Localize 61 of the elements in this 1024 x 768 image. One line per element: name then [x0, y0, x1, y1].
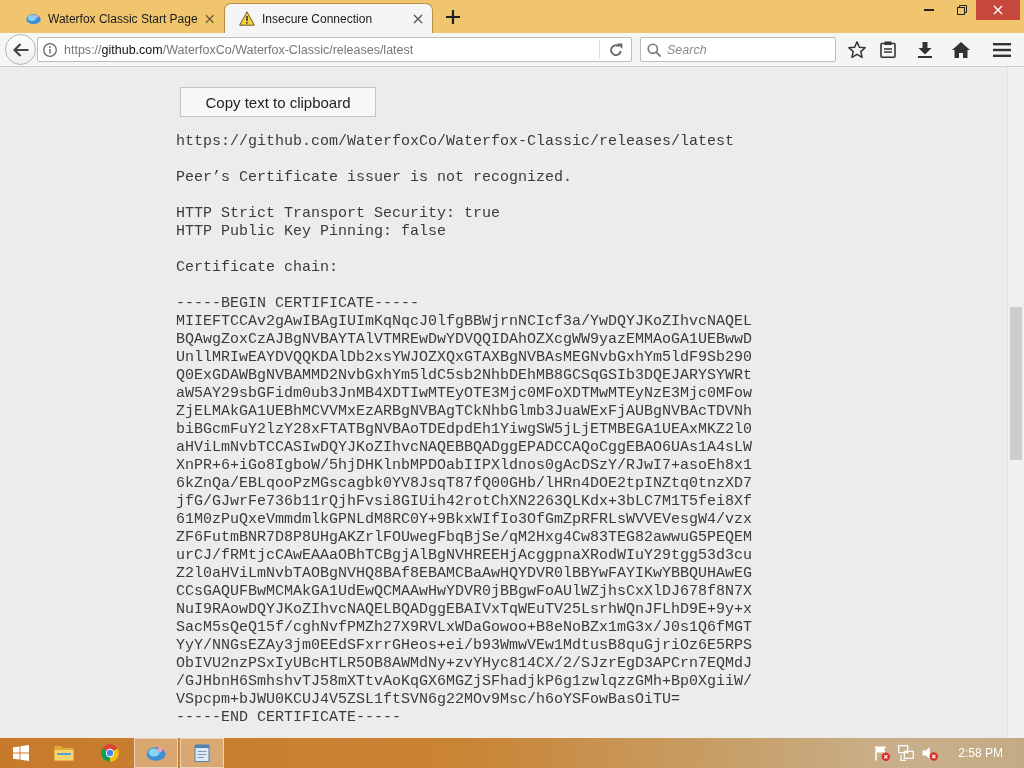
- certificate-line: /GJHbnH6SmhshvTJ58mXTtvAoKqGX6MGZjSFhadjkP6g1zwlqzzGMh+Bp0XgiiW/: [176, 673, 753, 691]
- restore-icon[interactable]: [957, 5, 967, 15]
- certificate-line: ZF6FutmBNR7D8P8UHgAKZrlFOUwegFbqBjSe/qM2Hxg4Cw83TEG82awwuG5PEQEM: [176, 529, 753, 547]
- close-icon[interactable]: [204, 13, 214, 24]
- arrow-left-icon: [12, 42, 29, 57]
- taskbar-button[interactable]: [180, 738, 224, 768]
- copy-button[interactable]: Copy text to clipboard: [180, 87, 376, 117]
- chain-heading: Certificate chain:: [176, 259, 339, 277]
- flag-icon[interactable]: [874, 745, 891, 761]
- scrollbar-thumb[interactable]: [1010, 307, 1022, 460]
- certificate-line: 6kZnQa/EBLqooPzMGscagbk0YV8JsqT87fQ00GHb/lHRn4DOE2tpINZtq0tnzXD7: [176, 475, 753, 493]
- download-icon[interactable]: [918, 41, 932, 58]
- back-button[interactable]: [5, 34, 36, 65]
- certificate-line: aW5AY29sbGFidm0ub3JnMB4XDTIwMTEyOTE3Mjc0MFoXDTMwMTEyNzE3Mjc0MFow: [176, 385, 753, 403]
- info-icon[interactable]: [43, 42, 57, 57]
- certificate-line: MIIEFTCCAv2gAwIBAgIUImKqNqcJ0lfgBBWjrnNCIcf3a/YwDQYJKoZIhvcNAQEL: [176, 313, 753, 331]
- tab[interactable]: Insecure Connection: [224, 3, 433, 33]
- certificate-line: Z2l0aHViLmNvbTAOBgNVHQ8BAf8EBAMCBaAwHQYDVR0lBBYwFAYIKwYBBQUHAwEG: [176, 565, 753, 583]
- certificate-line: UnllMRIwEAYDVQQKDAlDb2xsYWJOZXQxGTAXBgNVBAsMEGNvbGxhYm5ldF9Sb290: [176, 349, 753, 367]
- certificate-line: XnPR+6+iGo8IgboW/5hjDHKlnbMPDOabIIPXldnos0gAcDSzY/RJwI7+asoEh8x1: [176, 457, 753, 475]
- speaker-icon[interactable]: [922, 745, 939, 761]
- close-icon: [993, 5, 1003, 15]
- certificate-line: aHViLmNvbTCCASIwDQYJKoZIhvcNAQEBBQADggEPADCCAQoCggEBAO6UAs1A4sLW: [176, 439, 753, 457]
- logo-icon: [26, 12, 41, 25]
- certificate-line: NuI9RAowDQYJKoZIhvcNAQELBQADggEBAIVxTqWEuTV25LsrhWQnJFLhD9E+9y+x: [176, 601, 753, 619]
- warning-icon: [239, 11, 255, 26]
- certificate-line: jfG/GJwrFe736b11rQjhFvsi8GIUih42rotChXN2263QLKdx+3bLC7M1T5fei8Xf: [176, 493, 753, 511]
- certificate-line: urCJ/fRMtjcCAwEAAaOBhTCBgjAlBgNVHREEHjAcggpnaXRodWIuY29tgg53d3cu: [176, 547, 753, 565]
- certificate-line: CCsGAQUFBwMCMAkGA1UdEwQCMAAwHwYDVR0jBBgwFoAUlWZjhsCxXlDJ678f8N7X: [176, 583, 753, 601]
- certificate-line: ObIVU2nzPSxIyUBcHTLR5OB8AWMdNy+zvYHyc814CX/2/SJzrEgD3APCrn7EQMdJ: [176, 655, 753, 673]
- certificate-line: SacM5sQeQ15f/cghNvfPMZh27X9RVLxWDaGowoo+B8eNoBZx1mG3x/J0s1Q6fMGT: [176, 619, 753, 637]
- security-line: HTTP Strict Transport Security: true: [176, 205, 501, 223]
- error-message: Peer’s Certificate issuer is not recognized.: [176, 169, 573, 187]
- close-icon[interactable]: [413, 13, 423, 24]
- certificate-line: ZjELMAkGA1UEBhMCVVMxEzARBgNVBAgTCkNhbGlmb3JuaWExFjAUBgNVBAcTDVNh: [176, 403, 753, 421]
- clipboard-icon[interactable]: [880, 41, 896, 58]
- circle-logo-icon: [101, 744, 119, 762]
- search-icon: [647, 42, 661, 57]
- certificate-line: Q0ExGDAWBgNVBAMMD2NvbGxhYm5ldC5sb2NhbDEhMB8GCSqGSIb3DQEJARYSYWRt: [176, 367, 753, 385]
- tab[interactable]: Waterfox Classic Start Page: [15, 3, 224, 33]
- certificate-line: biBGcmFuY2lzY28xFTATBgNVBAoTDEdpdEh1YiwgSW5jLjETMBEGA1UEAxMKZ2l0: [176, 421, 753, 439]
- search-field[interactable]: Search: [640, 37, 836, 62]
- notepad-icon: [194, 744, 210, 762]
- window-panes-icon: [13, 745, 29, 761]
- browser-logo-icon: [146, 745, 166, 761]
- reload-icon[interactable]: [608, 42, 623, 57]
- certificate-line: BQAwgZoxCzAJBgNVBAYTAlVTMREwDwYDVQQIDAhOZXcgWW9yazEMMAoGA1UEBwwD: [176, 331, 753, 349]
- plus-icon[interactable]: [446, 9, 460, 24]
- certificate-line: VSpcpm+bJWU0KCUJ4V5ZSL1ftSVN6g22MOv9Msc/h6oYSFowBasOiTU=: [176, 691, 681, 709]
- url-text: https://github.com/WaterfoxCo/Waterfox-Classic/releases/latest: [64, 42, 415, 57]
- menu-icon[interactable]: [993, 42, 1011, 57]
- security-line: HTTP Public Key Pinning: false: [176, 223, 447, 241]
- certificate-begin: -----BEGIN CERTIFICATE-----: [176, 295, 420, 313]
- folder-icon: [54, 745, 74, 761]
- home-icon[interactable]: [952, 41, 970, 58]
- star-icon[interactable]: [848, 40, 866, 59]
- certificate-line: 61M0zPuQxeVmmdmlkGPNLdM8RC0Y+9BkxWIfIo3OfGmZpRFRLsWVVEVesgW4/vzx: [176, 511, 753, 529]
- url-line: https://github.com/WaterfoxCo/Waterfox-Classic/releases/latest: [176, 133, 735, 151]
- address-field[interactable]: https://github.com/WaterfoxCo/Waterfox-Classic/releases/latest: [37, 37, 632, 62]
- certificate-line: YyY/NNGsEZAy3jm0EEdSFxrrGHeos+ei/b93WmwVEw1MdtusB8quGjriOz6E5RPS: [176, 637, 753, 655]
- certificate-end: -----END CERTIFICATE-----: [176, 709, 402, 727]
